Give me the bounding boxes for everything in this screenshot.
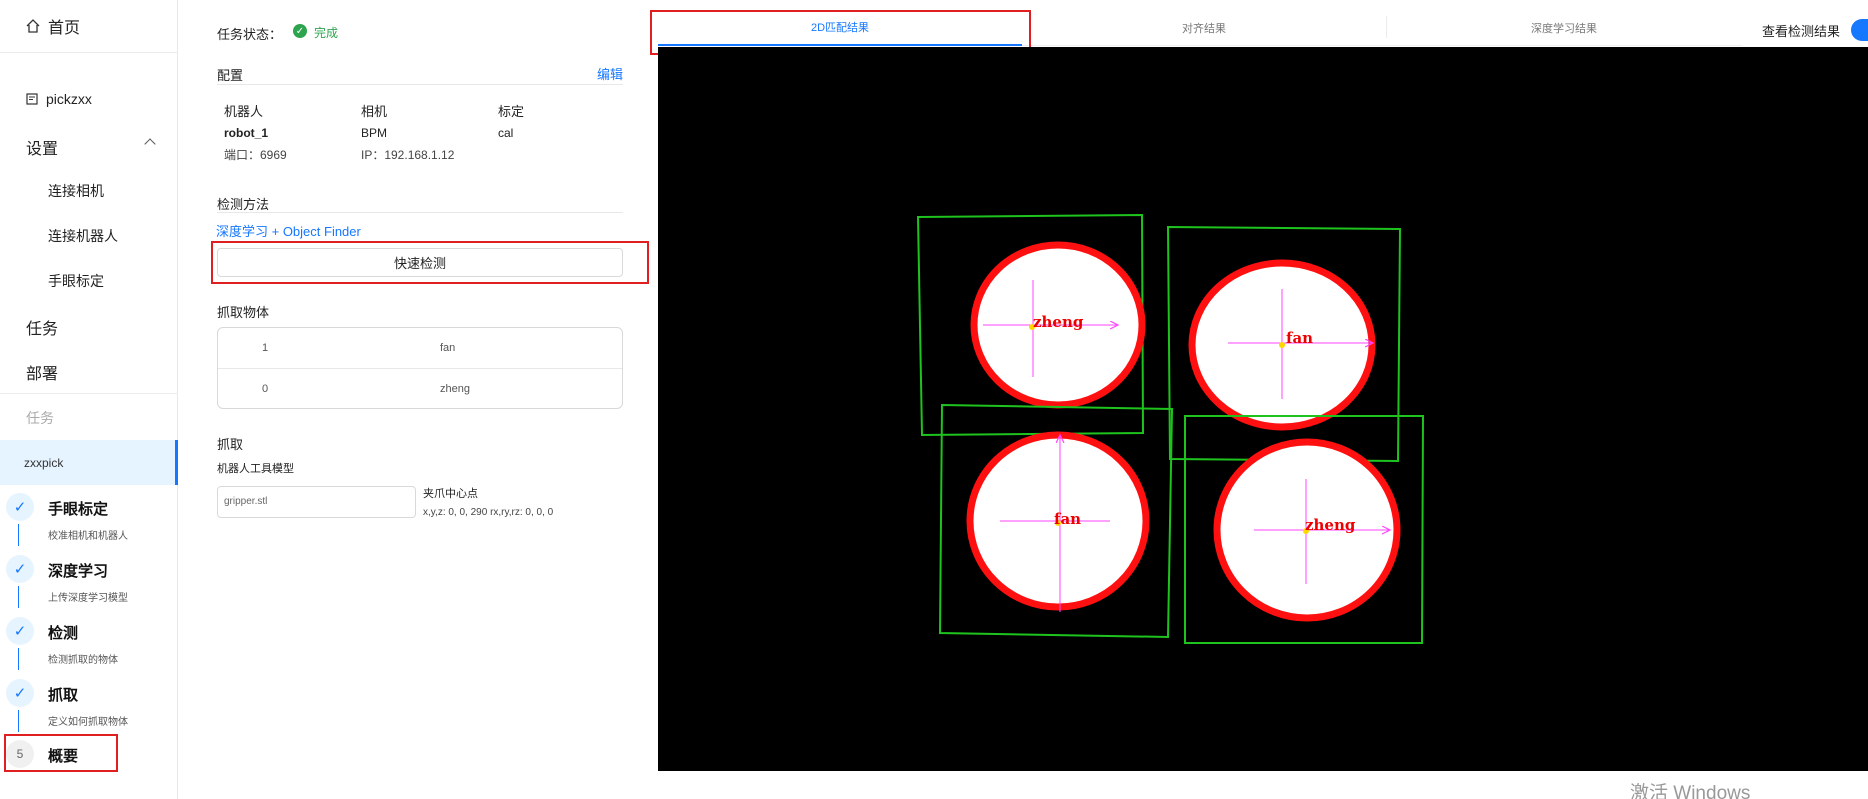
detect-method: 深度学习 + Object Finder	[216, 224, 361, 239]
nav-deploy-label: 部署	[26, 366, 59, 383]
detection-object: fan	[938, 403, 1174, 639]
view-results-toggle[interactable]	[1851, 19, 1868, 41]
detect-title: 检测方法	[217, 197, 270, 212]
project-icon	[26, 93, 38, 105]
status-label: 任务状态：	[217, 27, 283, 42]
home-icon	[26, 19, 40, 33]
nav-project[interactable]: pickzxx	[26, 91, 92, 107]
windows-watermark: 激活 Windows	[1630, 783, 1751, 799]
objects-table: 1 fan 0 zheng	[217, 327, 623, 409]
chevron-up-icon[interactable]	[144, 138, 156, 150]
table-row[interactable]: 1 fan	[218, 328, 622, 368]
camera-ip: IP：192.168.1.12	[361, 148, 455, 162]
detection-label: zheng	[1033, 313, 1084, 331]
check-circle-icon: ✓	[293, 24, 307, 38]
app-root: 首页 pickzxx 设置 连接相机 连接机器人 手眼标定 任务 部署 任务 z…	[0, 0, 1868, 799]
robot-name: robot_1	[224, 126, 269, 140]
step-title: 抓取	[48, 687, 79, 704]
check-icon: ✓	[6, 493, 34, 521]
divider	[0, 52, 178, 53]
highlight-box	[4, 734, 118, 772]
objects-title: 抓取物体	[217, 305, 270, 320]
nav-settings-label: 设置	[26, 141, 59, 158]
nav-home-label: 首页	[48, 20, 81, 37]
active-task-item[interactable]: zxxpick	[0, 440, 178, 485]
col-camera: 相机	[361, 104, 388, 119]
nav-home[interactable]: 首页	[26, 14, 80, 38]
divider	[0, 393, 178, 394]
gripper-center-value: x,y,z: 0, 0, 290 rx,ry,rz: 0, 0, 0	[423, 507, 554, 518]
step-title: 检测	[48, 625, 79, 642]
highlight-box	[211, 241, 649, 284]
tool-model-label: 机器人工具模型	[217, 463, 294, 475]
nav-settings[interactable]: 设置	[26, 135, 58, 159]
step-title: 深度学习	[48, 563, 109, 580]
step-desc: 定义如何抓取物体	[48, 717, 128, 728]
nav-task[interactable]: 任务	[26, 315, 58, 339]
edit-link[interactable]: 编辑	[597, 64, 623, 83]
task-section-label: 任务	[26, 410, 54, 426]
sidebar: 首页 pickzxx 设置 连接相机 连接机器人 手眼标定 任务 部署 任务 z…	[0, 0, 178, 799]
object-id: 1	[262, 342, 269, 354]
nav-project-label: pickzxx	[46, 91, 92, 107]
step-desc: 上传深度学习模型	[48, 593, 128, 604]
step-desc: 检测抓取的物体	[48, 655, 118, 666]
nav-task-label: 任务	[26, 321, 59, 338]
step-connector	[18, 710, 19, 732]
object-id: 0	[262, 383, 269, 395]
config-title: 配置	[217, 68, 244, 83]
calibration-name: cal	[498, 126, 514, 140]
step-connector	[18, 586, 19, 608]
detection-object: zheng	[916, 213, 1146, 437]
detection-label: zheng	[1305, 516, 1356, 534]
detection-label: fan	[1286, 329, 1313, 347]
nav-connect-camera[interactable]: 连接相机	[48, 181, 104, 201]
step-connector	[18, 524, 19, 546]
tab-alignment[interactable]: 对齐结果	[1022, 10, 1386, 46]
detection-label: fan	[1054, 510, 1081, 528]
check-icon: ✓	[6, 679, 34, 707]
detection-object: fan	[1166, 225, 1402, 463]
tool-model-input[interactable]: gripper.stl	[217, 486, 416, 518]
step-connector	[18, 648, 19, 670]
object-name: zheng	[440, 383, 470, 395]
object-name: fan	[440, 342, 456, 354]
step-desc: 校准相机和机器人	[48, 531, 128, 542]
step-title: 手眼标定	[48, 501, 109, 518]
camera-name: BPM	[361, 126, 388, 140]
active-task-label: zxxpick	[24, 456, 64, 470]
table-row[interactable]: 0 zheng	[218, 368, 622, 408]
toggle-label: 查看检测结果	[1762, 24, 1841, 39]
grasp-title: 抓取	[217, 437, 244, 452]
detection-canvas[interactable]: zheng fan fan zheng	[658, 47, 1868, 771]
col-robot: 机器人	[224, 104, 264, 119]
detection-image: zheng fan fan zheng	[916, 213, 1425, 644]
check-icon: ✓	[6, 555, 34, 583]
detection-object: zheng	[1184, 415, 1425, 644]
tab-deep-learning[interactable]: 深度学习结果	[1386, 10, 1742, 46]
robot-port: 端口：6969	[224, 148, 287, 162]
status-value: 完成	[314, 26, 339, 40]
divider	[217, 84, 623, 85]
gripper-center-label: 夹爪中心点	[423, 488, 478, 500]
nav-hand-eye[interactable]: 手眼标定	[48, 271, 104, 291]
nav-connect-robot[interactable]: 连接机器人	[48, 226, 118, 246]
nav-deploy[interactable]: 部署	[26, 360, 58, 384]
col-calibration: 标定	[498, 104, 525, 119]
divider	[217, 212, 623, 213]
check-icon: ✓	[6, 617, 34, 645]
